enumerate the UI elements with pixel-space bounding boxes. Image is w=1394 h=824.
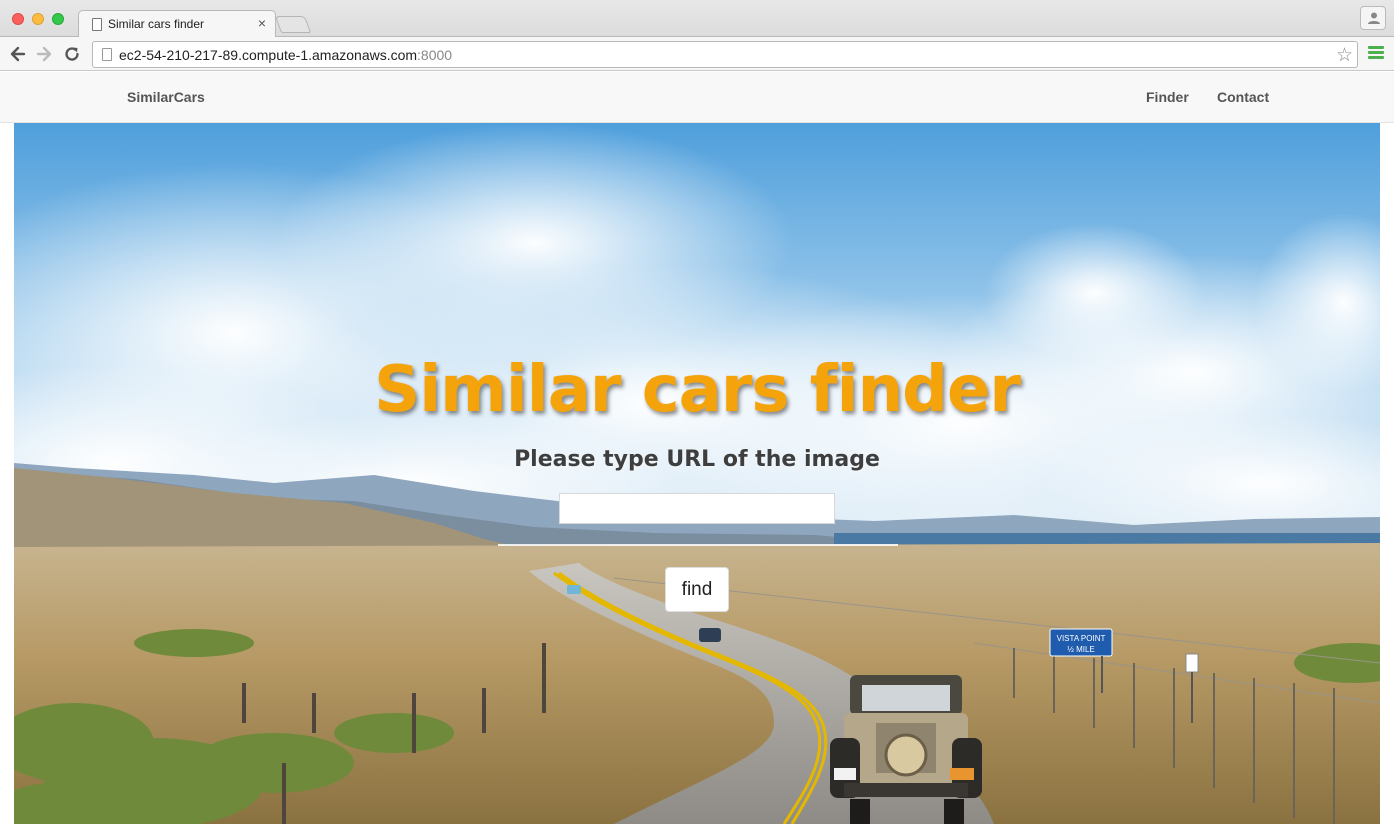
reload-icon[interactable] (62, 44, 82, 64)
window-minimize-button[interactable] (32, 13, 44, 25)
bookmark-star-icon[interactable]: ☆ (1336, 44, 1353, 67)
nav-link-contact[interactable]: Contact (1217, 89, 1269, 105)
sign-line-1: VISTA POINT (1057, 634, 1106, 643)
browser-tab-strip: Similar cars finder × (0, 0, 1394, 38)
page-icon (92, 18, 102, 31)
distant-car (699, 628, 721, 642)
url-text: ec2-54-210-217-89.compute-1.amazonaws.co… (119, 47, 453, 63)
image-url-input[interactable] (559, 493, 835, 524)
browser-tab[interactable]: Similar cars finder × (78, 10, 276, 38)
profile-button[interactable] (1360, 6, 1386, 30)
hero-background-image: VISTA POINT ½ MILE (14, 123, 1380, 824)
tab-title: Similar cars finder (108, 17, 205, 31)
input-underline (498, 544, 898, 546)
window-maximize-button[interactable] (52, 13, 64, 25)
hero-section: VISTA POINT ½ MILE Similar cars finder P… (14, 123, 1380, 824)
site-navbar: SimilarCars Finder Contact (0, 72, 1394, 123)
hero-subtitle: Please type URL of the image (514, 447, 880, 472)
address-bar[interactable]: ec2-54-210-217-89.compute-1.amazonaws.co… (92, 41, 1358, 68)
tab-close-icon[interactable]: × (258, 15, 266, 31)
page-icon (102, 48, 112, 61)
browser-menu-icon[interactable] (1368, 46, 1384, 60)
find-button[interactable]: find (665, 567, 729, 612)
browser-toolbar: ec2-54-210-217-89.compute-1.amazonaws.co… (0, 37, 1394, 71)
window-close-button[interactable] (12, 13, 24, 25)
brand-link[interactable]: SimilarCars (127, 89, 205, 105)
distant-car (567, 585, 581, 594)
new-tab-button[interactable] (274, 16, 312, 33)
hero-title: Similar cars finder (374, 353, 1021, 427)
person-icon (1368, 12, 1380, 24)
back-arrow-icon[interactable] (8, 44, 28, 64)
nav-link-finder[interactable]: Finder (1146, 89, 1189, 105)
sign-line-2: ½ MILE (1067, 645, 1095, 654)
forward-arrow-icon[interactable] (34, 44, 54, 64)
